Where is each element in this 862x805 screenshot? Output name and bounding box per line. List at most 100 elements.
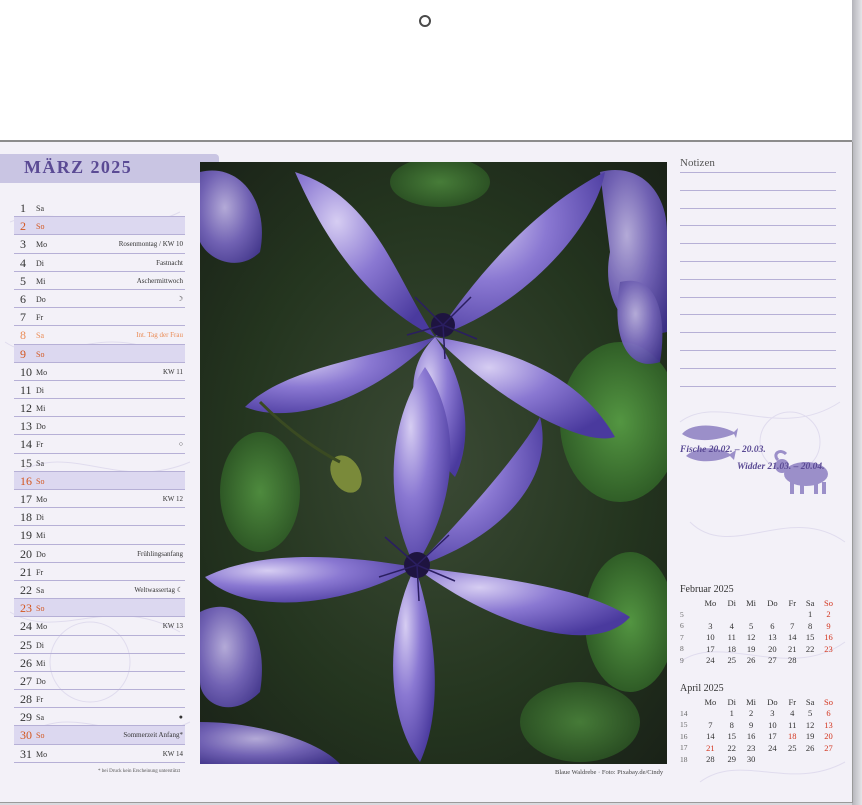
- mini-day: 23: [824, 643, 833, 654]
- mini-weekday-header: Di: [727, 597, 736, 608]
- day-note: KW 11: [162, 367, 183, 376]
- mini-weekday-header: Mi: [746, 696, 757, 707]
- mini-day: 1: [729, 708, 734, 719]
- day-list: 1 Sa 2 So 3 Mo Rosenmontag / KW 10 4 Di Fastnacht…: [14, 199, 185, 763]
- mini-day: 11: [788, 719, 797, 730]
- mini-weekday-header: Fr: [788, 696, 797, 707]
- day-row: 13 Do: [14, 417, 185, 436]
- weekday-label: Di: [36, 640, 44, 650]
- mini-day: [698, 609, 723, 621]
- day-row: 21 Fr: [14, 563, 185, 581]
- day-row: 30 So Sommerzeit Anfang*: [14, 726, 185, 745]
- mini-week-number: 9: [680, 655, 684, 665]
- mini-day: [819, 655, 838, 667]
- day-row: 3 Mo Rosenmontag / KW 10: [14, 235, 185, 254]
- weekday-label: Sa: [36, 204, 44, 213]
- day-note: Rosenmontag / KW 10: [118, 240, 183, 249]
- month-title: MÄRZ 2025: [24, 157, 133, 177]
- mini-calendar-table: Mo Di Mi Do Fr Sa So 14 1 2 3 4 5 6 15 7 8 9 10 11 12 13 16 14 1…: [680, 696, 838, 765]
- day-note: Sommerzeit Anfang*: [123, 731, 183, 740]
- day-row: 1 Sa: [14, 199, 185, 218]
- note-line: [680, 367, 836, 369]
- mini-week-number: 16: [680, 731, 688, 741]
- mini-day: 18: [727, 643, 736, 654]
- note-line: [680, 261, 836, 262]
- note-line: [680, 296, 836, 298]
- weekday-label: So: [36, 222, 45, 232]
- day-row: 24 Mo KW 13: [14, 617, 185, 636]
- pisces-dates: Fische 20.02. – 20.03.: [680, 445, 766, 455]
- weekday-label: Do: [36, 294, 46, 304]
- day-row: 2 So: [14, 217, 185, 236]
- mini-day: [698, 708, 723, 720]
- weekday-label: Sa: [36, 713, 44, 723]
- note-line: [680, 225, 836, 227]
- weekday-label: Fr: [36, 695, 44, 705]
- day-row: 18 Di: [14, 508, 185, 527]
- mini-day: 11: [727, 632, 736, 643]
- weekday-label: So: [36, 604, 45, 614]
- mini-weekday-header: [680, 597, 698, 609]
- weekday-label: Mo: [36, 749, 48, 759]
- weekday-label: So: [36, 731, 45, 741]
- mini-day: 25: [788, 742, 797, 753]
- weekday-label: Di: [36, 385, 44, 395]
- day-note: Int. Tag der Frau: [136, 331, 183, 340]
- mini-day: 22: [805, 643, 815, 654]
- note-line: [680, 278, 836, 280]
- mini-day: 24: [706, 655, 715, 666]
- mini-week-number: 15: [680, 720, 688, 730]
- mini-day: 8: [808, 620, 813, 631]
- mini-day: 3: [770, 708, 775, 719]
- note-line: [680, 314, 836, 316]
- weekday-label: Fr: [36, 567, 44, 577]
- mini-day: 1: [808, 609, 813, 620]
- page-shadow: [852, 0, 862, 805]
- mini-calendar-table: Mo Di Mi Do Fr Sa So 5 1 2 6 3 4 5 6 7 8 9 7 10 11 12 13 14 15 16…: [680, 597, 838, 666]
- mini-day: 14: [706, 731, 715, 742]
- weekday-label: Sa: [36, 331, 44, 341]
- day-row: 11 Di: [14, 381, 185, 400]
- mini-day: [723, 609, 741, 621]
- day-row: 20 Do Frühlingsanfang: [14, 545, 185, 563]
- weekday-label: Fr: [36, 440, 44, 450]
- weekday-label: Mi: [36, 276, 46, 286]
- pisces-icon: [682, 425, 738, 462]
- mini-day: [801, 754, 819, 766]
- hanging-hole: [419, 15, 431, 27]
- weekday-label: Mo: [36, 240, 48, 250]
- mini-calendar-february: Februar 2025 Mo Di Mi Do Fr Sa So 5 1 2 6 3 4 5 6 7 8 9 7 1…: [680, 584, 838, 666]
- mini-day: 7: [708, 719, 713, 730]
- day-row: 19 Mi: [14, 526, 185, 545]
- mini-day: 20: [768, 643, 777, 654]
- day-row: 5 Mi Aschermittwoch: [14, 272, 185, 290]
- mini-day: 8: [729, 719, 734, 730]
- mini-day: 25: [727, 655, 736, 666]
- calendar-top-hanger: [0, 0, 853, 142]
- note-line: [680, 207, 836, 209]
- mini-weekday-header: Di: [727, 696, 736, 707]
- weekday-label: Di: [36, 258, 44, 268]
- mini-week-number: 8: [680, 644, 684, 654]
- mini-weekday-header: Mo: [704, 597, 717, 608]
- note-line: [680, 172, 836, 173]
- mini-day: 22: [727, 742, 736, 753]
- day-row: 16 So: [14, 471, 185, 490]
- day-row: 25 Di: [14, 636, 185, 654]
- day-row: 27 Do: [14, 672, 185, 691]
- mini-day: 14: [788, 632, 797, 643]
- footnote: * bei Druck kein Erscheinung unterstützt: [98, 769, 181, 774]
- aries-dates: Widder 21.03. – 20.04.: [737, 462, 825, 472]
- mini-day: 20: [824, 731, 833, 742]
- mini-day: 24: [768, 742, 777, 753]
- day-row: 4 Di Fastnacht: [14, 254, 185, 272]
- mini-calendar-april: April 2025 Mo Di Mi Do Fr Sa So 14 1 2 3 4 5 6 15 7 8 9 10…: [680, 683, 838, 765]
- day-row: 31 Mo KW 14: [14, 745, 185, 763]
- mini-day: 15: [805, 632, 815, 643]
- day-row: 26 Mi: [14, 654, 185, 672]
- day-row: 15 Sa: [14, 454, 185, 472]
- mini-day: 10: [768, 719, 777, 730]
- mini-day: 26: [746, 655, 756, 666]
- day-row: 29 Sa ●: [14, 708, 185, 727]
- day-note: Frühlingsanfang: [137, 549, 183, 558]
